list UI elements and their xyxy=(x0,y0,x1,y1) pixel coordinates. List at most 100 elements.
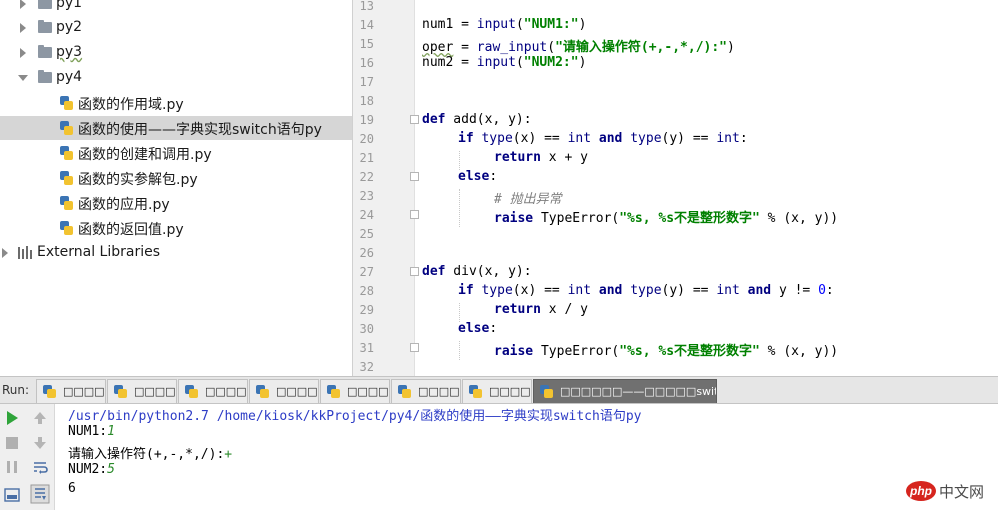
folder-label: py1 xyxy=(56,0,83,11)
code-line[interactable]: raise TypeError("%s, %s不是整形数字" % (x, y)) xyxy=(494,207,838,226)
indent-guide xyxy=(459,151,460,170)
run-tab[interactable]: □□□□□□ xyxy=(178,379,248,403)
run-tab[interactable]: □□□□□□ xyxy=(36,379,106,403)
tree-file[interactable]: 函数的应用.py xyxy=(0,191,352,215)
folder-icon xyxy=(38,20,52,33)
code-line[interactable]: oper = raw_input("请输入操作符(+,-,*,/):") xyxy=(422,36,735,55)
python-file-icon xyxy=(540,385,553,398)
console-line: /usr/bin/python2.7 /home/kiosk/kkProject… xyxy=(68,405,641,424)
python-file-icon xyxy=(60,196,73,210)
code-line[interactable]: else: xyxy=(458,321,497,336)
line-number: 31 xyxy=(359,341,374,355)
folder-label: py3 xyxy=(56,44,83,60)
folder-icon xyxy=(38,45,52,58)
tree-file-selected[interactable]: 函数的使用——字典实现switch语句py xyxy=(0,116,352,140)
run-tab[interactable]: □□□□□□ xyxy=(320,379,390,403)
folder-icon xyxy=(38,0,52,9)
code-line[interactable]: if type(x) == int and type(y) == int: xyxy=(458,131,748,146)
fold-marker-icon[interactable] xyxy=(410,343,419,352)
code-line[interactable]: num1 = input("NUM1:") xyxy=(422,17,586,32)
fold-marker-icon[interactable] xyxy=(410,115,419,124)
arrow-up-icon[interactable] xyxy=(31,409,49,427)
code-editor[interactable]: 13 14 15 16 17 18 19 20 21 22 23 24 25 2… xyxy=(352,0,998,376)
tree-file[interactable]: 函数的创建和调用.py xyxy=(0,141,352,165)
tree-folder-py3[interactable]: py3 xyxy=(0,41,352,65)
layout-icon[interactable] xyxy=(3,486,21,504)
file-label: 函数的使用——字典实现switch语句py xyxy=(78,122,322,138)
scroll-to-end-icon[interactable] xyxy=(30,484,50,504)
python-file-icon xyxy=(60,121,73,135)
run-tab[interactable]: □□□□□□ xyxy=(249,379,319,403)
line-number: 20 xyxy=(359,132,374,146)
code-line[interactable]: return x / y xyxy=(494,302,588,317)
code-line[interactable]: if type(x) == int and type(y) == int and… xyxy=(458,283,834,298)
python-file-icon xyxy=(60,171,73,185)
soft-wrap-icon[interactable] xyxy=(31,458,49,476)
python-file-icon xyxy=(185,385,198,398)
console-line: NUM1:1 xyxy=(68,424,115,439)
code-line[interactable]: return x + y xyxy=(494,150,588,165)
chevron-right-icon[interactable] xyxy=(20,48,26,58)
fold-marker-icon[interactable] xyxy=(410,172,419,181)
file-label: 函数的实参解包.py xyxy=(78,172,198,188)
chevron-down-icon[interactable] xyxy=(18,75,28,81)
file-label: 函数的作用域.py xyxy=(78,97,184,113)
file-label: 函数的应用.py xyxy=(78,197,170,213)
line-number: 18 xyxy=(359,94,374,108)
run-tabs-bar: Run: □□□□ □□ □□ □□□□ □□□□ □□ □□ □□□□ □□□□ □□ … xyxy=(0,376,998,404)
folder-label: py4 xyxy=(56,69,83,85)
console-command-path: /usr/bin/python2.7 /home/kiosk/kkProject… xyxy=(68,409,642,424)
run-tab[interactable]: □□□□□□ xyxy=(462,379,532,403)
tree-file[interactable]: 函数的返回值.py xyxy=(0,216,352,240)
tree-folder-py2[interactable]: py2 xyxy=(0,16,352,40)
run-tab[interactable]: □□□□□□ xyxy=(107,379,177,403)
run-console[interactable]: /usr/bin/python2.7 /home/kiosk/kkProject… xyxy=(0,404,998,510)
line-number: 19 xyxy=(359,113,374,127)
chevron-right-icon[interactable] xyxy=(2,248,8,258)
run-tab-active[interactable]: □□□□□□——□□□□□switch□□py xyxy=(533,379,717,403)
rerun-icon[interactable] xyxy=(3,409,21,427)
code-line[interactable]: raise TypeError("%s, %s不是整形数字" % (x, y)) xyxy=(494,340,838,359)
line-number: 26 xyxy=(359,246,374,260)
line-number: 21 xyxy=(359,151,374,165)
line-number: 17 xyxy=(359,75,374,89)
python-file-icon xyxy=(114,385,127,398)
tree-file[interactable]: 函数的作用域.py xyxy=(0,91,352,115)
python-file-icon xyxy=(398,385,411,398)
code-line[interactable]: def div(x, y): xyxy=(422,264,532,279)
line-number: 13 xyxy=(359,0,374,13)
python-file-icon xyxy=(43,385,56,398)
pause-icon[interactable] xyxy=(3,458,21,476)
tree-external-libraries[interactable]: External Libraries xyxy=(0,241,352,265)
arrow-down-icon[interactable] xyxy=(31,434,49,452)
code-line[interactable]: num2 = input("NUM2:") xyxy=(422,55,586,70)
indent-guide xyxy=(459,341,460,360)
indent-guide xyxy=(459,189,460,227)
line-number: 24 xyxy=(359,208,374,222)
file-label: 函数的创建和调用.py xyxy=(78,147,212,163)
fold-marker-icon[interactable] xyxy=(410,267,419,276)
python-file-icon xyxy=(60,221,73,235)
run-tab[interactable]: □□□□□□ xyxy=(391,379,461,403)
tree-folder-py1[interactable]: py1 xyxy=(0,0,352,16)
watermark-logo: php 中文网 xyxy=(906,480,994,502)
tree-file[interactable]: 函数的实参解包.py xyxy=(0,166,352,190)
tree-folder-py4[interactable]: py4 xyxy=(0,66,352,90)
code-line[interactable]: else: xyxy=(458,169,497,184)
watermark-text: 中文网 xyxy=(939,483,985,501)
python-file-icon xyxy=(327,385,340,398)
code-line[interactable]: # 抛出异常 xyxy=(494,188,562,207)
code-line[interactable]: def add(x, y): xyxy=(422,112,532,127)
chevron-right-icon[interactable] xyxy=(20,23,26,33)
stop-icon[interactable] xyxy=(3,434,21,452)
chevron-right-icon[interactable] xyxy=(20,0,26,9)
fold-marker-icon[interactable] xyxy=(410,210,419,219)
library-icon xyxy=(18,246,32,259)
run-label: Run: xyxy=(2,383,30,397)
php-logo-icon: php xyxy=(906,481,936,501)
folder-label: py2 xyxy=(56,19,83,35)
folder-icon xyxy=(38,70,52,83)
console-line: 6 xyxy=(68,481,76,496)
line-number: 25 xyxy=(359,227,374,241)
line-number: 28 xyxy=(359,284,374,298)
